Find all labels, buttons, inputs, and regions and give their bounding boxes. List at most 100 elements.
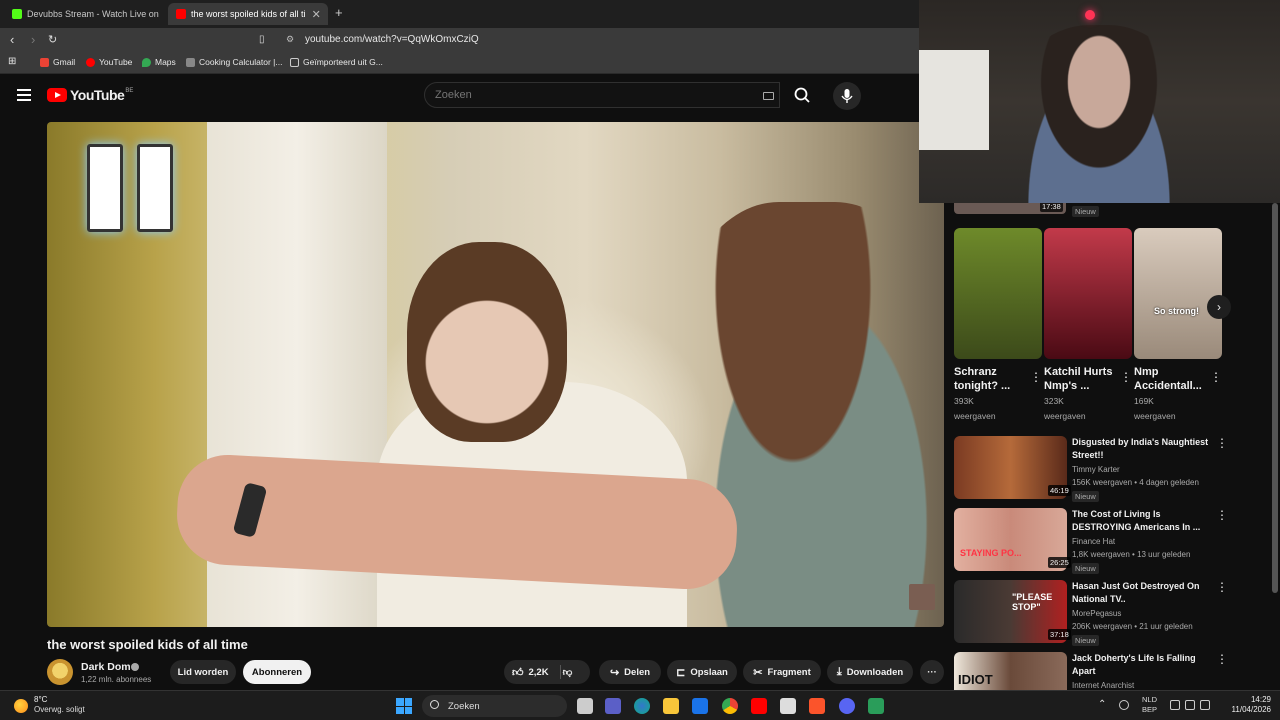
short-item[interactable]: Schranz tonight? ... 393K weergaven ⋮	[954, 228, 1042, 423]
chrome-icon[interactable]	[722, 698, 738, 714]
new-badge: Nieuw	[1072, 206, 1099, 217]
hamburger-menu-icon[interactable]	[17, 89, 31, 101]
language-indicator[interactable]: NLD	[1142, 695, 1157, 704]
tab-devubbs-stream[interactable]: Devubbs Stream - Watch Live on	[4, 3, 162, 25]
teams-icon[interactable]	[605, 698, 621, 714]
youtube-icon	[176, 9, 186, 19]
site-info-icon[interactable]: ⚙	[286, 34, 294, 45]
brave-icon[interactable]	[809, 698, 825, 714]
video-title[interactable]: Jack Doherty's Life Is Falling Apart	[1072, 652, 1212, 678]
taskbar-search[interactable]: Zoeken	[422, 695, 567, 717]
video-player[interactable]	[47, 122, 944, 627]
folder-icon	[290, 57, 299, 67]
new-tab-button[interactable]: +	[335, 5, 343, 20]
wifi-icon[interactable]	[1170, 700, 1180, 710]
youtube-app-icon[interactable]	[751, 698, 767, 714]
search-icon	[794, 87, 808, 101]
windows-start-icon[interactable]	[396, 698, 412, 714]
share-button[interactable]: ↪ Delen	[599, 660, 661, 684]
thumbs-down-icon[interactable]: 👎︎	[563, 666, 573, 678]
short-views: 169K	[1134, 396, 1154, 406]
subscribe-button[interactable]: Abonneren	[243, 660, 311, 684]
sidebar-scrollbar[interactable]	[1272, 203, 1278, 690]
edge-icon[interactable]	[634, 698, 650, 714]
search-input[interactable]	[435, 89, 735, 101]
short-title[interactable]: Schranz tonight? ...	[954, 365, 1024, 393]
channel-name[interactable]: Internet Anarchist	[1072, 681, 1134, 690]
video-title[interactable]: The Cost of Living Is DESTROYING America…	[1072, 508, 1212, 534]
url-field[interactable]: youtube.com/watch?v=QqWkOmxCziQ	[305, 34, 479, 45]
short-title[interactable]: Katchil Hurts Nmp's ...	[1044, 365, 1114, 393]
video-title[interactable]: Hasan Just Got Destroyed On National TV.…	[1072, 580, 1212, 606]
list-item[interactable]: STAYING PO... 26:25 The Cost of Living I…	[954, 508, 1274, 574]
channel-avatar[interactable]	[47, 659, 73, 685]
search-box	[424, 82, 780, 108]
short-title[interactable]: Nmp Accidentall...	[1134, 365, 1204, 393]
voice-search-button[interactable]	[833, 82, 861, 110]
thumbs-up-icon[interactable]: 👍︎	[512, 666, 524, 679]
apps-grid-icon[interactable]: ⊞	[8, 56, 16, 67]
chevron-up-icon[interactable]: ⌃	[1098, 699, 1106, 710]
video-thumbnail[interactable]: IDIOT	[954, 652, 1067, 690]
clock-date[interactable]: 11/04/2026	[1223, 705, 1271, 714]
short-thumbnail[interactable]: So strong!	[1134, 228, 1222, 359]
channel-name[interactable]: Dark Dom	[81, 661, 131, 673]
short-menu-icon[interactable]: ⋮	[1210, 370, 1222, 384]
mic-tray-icon[interactable]	[1119, 700, 1129, 710]
video-title[interactable]: Disgusted by India's Naughtiest Street!!	[1072, 436, 1212, 462]
channel-name[interactable]: Finance Hat	[1072, 537, 1115, 546]
short-menu-icon[interactable]: ⋮	[1120, 370, 1132, 384]
keyboard-icon[interactable]	[763, 92, 774, 100]
bookmark-youtube[interactable]: YouTube	[86, 57, 132, 67]
more-menu-icon[interactable]: ⋮	[1216, 508, 1228, 522]
volume-icon[interactable]	[1185, 700, 1195, 710]
channel-name[interactable]: Timmy Karter	[1072, 465, 1120, 474]
more-menu-icon[interactable]: ⋮	[1216, 652, 1228, 666]
tab-title: the worst spoiled kids of all ti	[191, 9, 306, 19]
short-thumbnail[interactable]	[954, 228, 1042, 359]
bookmark-cooking-calculator[interactable]: Cooking Calculator |...	[186, 57, 282, 67]
short-item[interactable]: So strong! Nmp Accidentall... 169K weerg…	[1134, 228, 1222, 423]
youtube-logo[interactable]: YouTube BE	[47, 87, 133, 103]
task-view-icon[interactable]	[577, 698, 593, 714]
join-button[interactable]: Lid worden	[170, 660, 236, 684]
spotify-like-icon[interactable]	[868, 698, 884, 714]
like-count[interactable]: 2,2K	[529, 667, 549, 678]
forward-icon[interactable]: ›	[31, 32, 35, 47]
clip-button[interactable]: ✂ Fragment	[743, 660, 821, 684]
more-menu-icon[interactable]: ⋮	[1216, 436, 1228, 450]
bookmark-folder-imported[interactable]: Geïmporteerd uit G...	[290, 57, 383, 67]
battery-icon[interactable]	[1200, 700, 1210, 710]
chevron-right-icon[interactable]: ›	[1207, 295, 1231, 319]
tab-youtube-video[interactable]: the worst spoiled kids of all ti ✕	[168, 3, 328, 25]
more-actions-button[interactable]: ···	[920, 660, 944, 684]
short-menu-icon[interactable]: ⋮	[1030, 370, 1042, 384]
calculator-icon[interactable]	[780, 698, 796, 714]
clock-time[interactable]: 14:29	[1223, 695, 1271, 704]
weather-description[interactable]: Overwg. soligt	[34, 705, 85, 714]
more-menu-icon[interactable]: ⋮	[1216, 580, 1228, 594]
subscriber-count: 1,22 mln. abonnees	[81, 675, 152, 684]
file-explorer-icon[interactable]	[663, 698, 679, 714]
discord-icon[interactable]	[839, 698, 855, 714]
short-thumbnail[interactable]	[1044, 228, 1132, 359]
weather-sun-icon[interactable]	[14, 699, 28, 713]
bookmark-icon[interactable]: ▯	[259, 34, 265, 45]
list-item[interactable]: 46:19 Disgusted by India's Naughtiest St…	[954, 436, 1274, 502]
back-icon[interactable]: ‹	[10, 32, 14, 47]
bookmark-gmail[interactable]: Gmail	[40, 57, 75, 67]
save-button[interactable]: ⊏ Opslaan	[667, 660, 737, 684]
bookmark-maps[interactable]: Maps	[142, 57, 176, 67]
outlook-icon[interactable]	[692, 698, 708, 714]
list-item[interactable]: "PLEASE STOP" 37:18 Hasan Just Got Destr…	[954, 580, 1274, 646]
channel-name[interactable]: MorePegasus	[1072, 609, 1121, 618]
keyboard-layout-indicator[interactable]: BEP	[1142, 705, 1157, 714]
short-item[interactable]: Katchil Hurts Nmp's ... 323K weergaven ⋮	[1044, 228, 1132, 423]
reload-icon[interactable]: ↻	[48, 33, 57, 46]
download-button[interactable]: ⤓ Downloaden	[827, 660, 913, 684]
list-item[interactable]: IDIOT Jack Doherty's Life Is Falling Apa…	[954, 652, 1274, 690]
close-tab-icon[interactable]: ✕	[306, 8, 321, 21]
weather-temperature[interactable]: 8°C	[34, 695, 47, 704]
search-button[interactable]	[786, 82, 818, 108]
webcam-overlay	[919, 0, 1280, 203]
